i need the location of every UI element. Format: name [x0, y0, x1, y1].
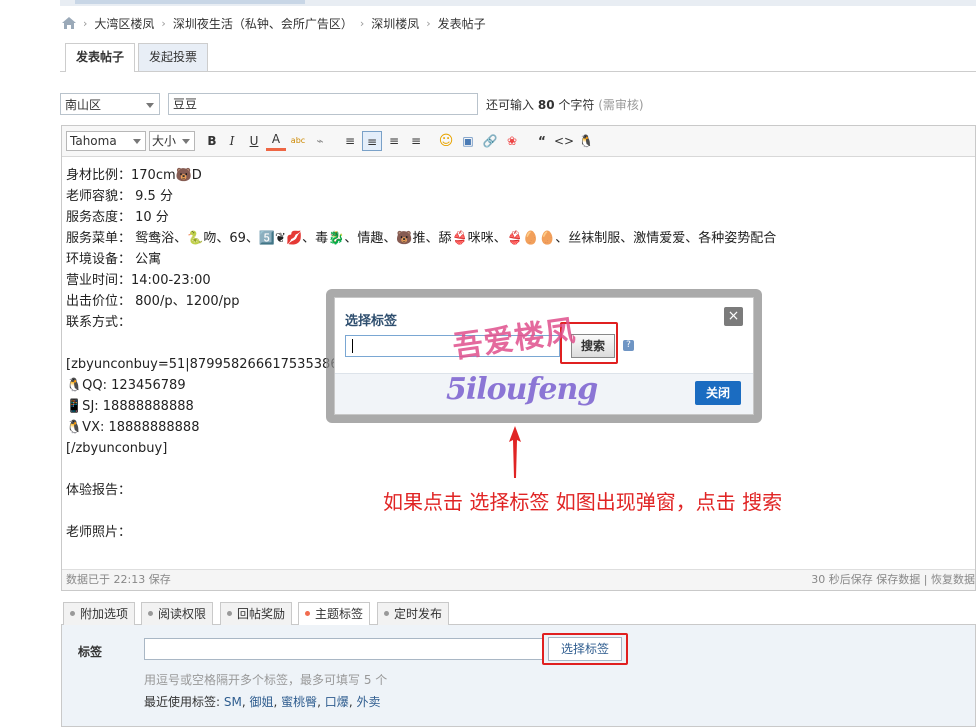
breadcrumb-sep-icon: › [161, 16, 166, 30]
highlight-icon[interactable]: abc [288, 131, 308, 151]
tab-topic-tags[interactable]: 主题标签 [298, 602, 371, 626]
subject-row: 南山区 豆豆 还可输入 80 个字符 (需审核) [60, 92, 644, 116]
dialog-close-button[interactable]: 关闭 [695, 381, 741, 405]
tab-scheduled-publish[interactable]: 定时发布 [377, 602, 450, 625]
autosave-status: 数据已于 22:13 保存 30 秒后保存 保存数据 | 恢复数据 [62, 569, 975, 590]
content-line: 服务态度： 10 分 [66, 210, 169, 225]
underline-icon[interactable]: U [244, 131, 264, 151]
breadcrumb-item[interactable]: 大湾区楼凤 [94, 15, 154, 32]
recent-tag-link[interactable]: 御姐 [249, 695, 273, 709]
sticker-icon[interactable]: ❀ [502, 131, 522, 151]
review-note: (需审核) [598, 97, 644, 112]
quote-icon[interactable]: “ [532, 131, 552, 151]
tab-new-post[interactable]: 发表帖子 [65, 43, 136, 72]
font-color-icon[interactable]: A [266, 131, 286, 151]
tag-hint: 用逗号或空格隔开多个标签，最多可填写 5 个 [144, 673, 388, 687]
autosave-time: 数据已于 22:13 保存 [66, 573, 171, 586]
align-right-icon[interactable]: ≡ [406, 131, 426, 151]
tab-new-poll[interactable]: 发起投票 [138, 43, 209, 71]
tag-input[interactable] [144, 638, 544, 660]
smiley-icon[interactable]: ☺ [436, 131, 456, 151]
content-line: 服务菜单： 鸳鸯浴、🐍吻、69、5️⃣❦💋、毒🐉、情趣、🐻推、舔👙咪咪、👙🥚🥚、… [66, 231, 777, 246]
home-icon[interactable] [62, 17, 76, 29]
category-value: 南山区 [65, 98, 102, 112]
chevron-down-icon [133, 139, 141, 144]
watermark-logo: 5iloufeng [446, 372, 598, 407]
editor-toolbar: Tahoma 大小 B I U A abc ⌁ ≡ ≡ ≡ ≡ ☺ ▣ 🔗 ❀ … [62, 126, 975, 157]
top-strip [60, 0, 976, 6]
tab-reply-reward[interactable]: 回帖奖励 [220, 602, 293, 625]
autosave-actions[interactable]: 30 秒后保存 保存数据 | 恢复数据 [811, 570, 975, 590]
recent-tags: 最近使用标签: SM, 御姐, 蜜桃臀, 口爆, 外卖 [144, 695, 381, 709]
subject-input[interactable]: 豆豆 [168, 93, 478, 115]
tab-read-permission[interactable]: 阅读权限 [141, 602, 214, 625]
chevron-down-icon [146, 103, 154, 108]
align-left-icon[interactable]: ≡ [362, 131, 382, 151]
breadcrumb-sep-icon: › [426, 16, 431, 30]
content-line: 老师照片： [66, 525, 132, 540]
content-line: 营业时间：14:00-23:00 [66, 273, 211, 288]
recent-tag-link[interactable]: 蜜桃臀 [281, 695, 317, 709]
align-justify-icon[interactable]: ≡ [340, 131, 360, 151]
qq-icon[interactable]: 🐧 [576, 131, 596, 151]
align-center-icon[interactable]: ≡ [384, 131, 404, 151]
breadcrumb-item[interactable]: 深圳楼凤 [371, 15, 419, 32]
recent-tag-link[interactable]: 外卖 [356, 695, 380, 709]
char-remaining: 还可输入 80 个字符 (需审核) [486, 97, 644, 112]
char-count: 80 [537, 97, 555, 112]
chevron-down-icon [182, 139, 190, 144]
content-line: 环境设备： 公寓 [66, 252, 162, 267]
remove-format-icon[interactable]: ⌁ [310, 131, 330, 151]
annotation-text: 如果点击 选择标签 如图出现弹窗，点击 搜索 [383, 490, 783, 514]
size-select[interactable]: 大小 [149, 131, 195, 151]
tag-panel: 标签 选择标签 用逗号或空格隔开多个标签，最多可填写 5 个 最近使用标签: S… [61, 625, 976, 727]
content-line: 老师容貌： 9.5 分 [66, 189, 173, 204]
bold-icon[interactable]: B [202, 131, 222, 151]
post-type-tabs: 发表帖子 发起投票 [60, 40, 976, 72]
dialog-title: 选择标签 [345, 314, 398, 329]
attachment-icon[interactable]: 🔗 [480, 131, 500, 151]
help-icon[interactable]: ? [623, 340, 634, 351]
annotation-arrow-icon [509, 426, 521, 478]
category-select[interactable]: 南山区 [60, 93, 160, 115]
recent-tag-link[interactable]: 口爆 [325, 695, 349, 709]
annotation-highlight-box [542, 633, 628, 665]
code-icon[interactable]: <> [554, 131, 574, 151]
breadcrumb-sep-icon: › [83, 16, 88, 30]
content-line: 身材比例：170cm🐻D [66, 168, 202, 183]
font-select[interactable]: Tahoma [66, 131, 146, 151]
option-tabs: 附加选项 阅读权限 回帖奖励 主题标签 定时发布 [61, 600, 976, 626]
breadcrumb-sep-icon: › [359, 16, 365, 30]
recent-tag-link[interactable]: SM [224, 695, 242, 709]
breadcrumb-current: 发表帖子 [437, 16, 486, 31]
image-icon[interactable]: ▣ [458, 131, 478, 151]
close-icon[interactable]: × [724, 307, 743, 326]
breadcrumb-item[interactable]: 深圳夜生活（私钟、会所广告区） [173, 15, 353, 32]
breadcrumb: › 大湾区楼凤 › 深圳夜生活（私钟、会所广告区） › 深圳楼凤 › 发表帖子 [62, 14, 486, 32]
tag-label: 标签 [78, 645, 103, 659]
italic-icon[interactable]: I [222, 131, 242, 151]
tab-extra-options[interactable]: 附加选项 [63, 602, 136, 625]
